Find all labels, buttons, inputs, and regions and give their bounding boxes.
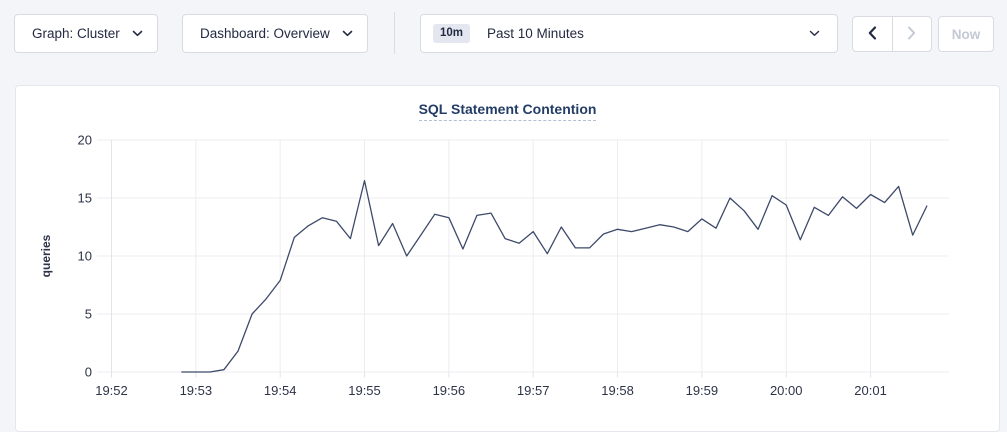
chevron-down-icon: [809, 30, 820, 37]
time-range-label: Past 10 Minutes: [487, 26, 809, 41]
svg-text:20: 20: [78, 133, 92, 148]
svg-text:19:58: 19:58: [601, 383, 634, 398]
time-range-dropdown[interactable]: 10m Past 10 Minutes: [420, 14, 838, 53]
chevron-right-icon: [906, 25, 917, 44]
chevron-down-icon: [342, 30, 353, 37]
line-chart[interactable]: 0 5 10 15 20 19:52 19:53 19:54 19:55 19:56 19:57 19…: [16, 86, 1001, 416]
svg-text:19:52: 19:52: [95, 383, 128, 398]
svg-text:19:53: 19:53: [180, 383, 213, 398]
svg-text:0: 0: [85, 365, 92, 380]
chevron-left-icon: [867, 25, 878, 44]
chevron-down-icon: [132, 30, 143, 37]
chart-card: SQL Statement Contention 0510152019:5219…: [15, 85, 1000, 432]
svg-text:20:00: 20:00: [770, 383, 803, 398]
svg-text:19:59: 19:59: [686, 383, 719, 398]
time-pager: [852, 16, 932, 52]
svg-text:5: 5: [85, 307, 92, 322]
svg-text:15: 15: [78, 191, 92, 206]
dashboard-dropdown[interactable]: Dashboard: Overview: [182, 14, 368, 53]
now-button[interactable]: Now: [938, 16, 994, 52]
toolbar: Graph: Cluster Dashboard: Overview 10m P…: [0, 0, 1007, 85]
toolbar-divider: [394, 12, 395, 54]
svg-text:19:56: 19:56: [433, 383, 466, 398]
svg-text:queries: queries: [39, 234, 53, 277]
time-range-badge: 10m: [433, 24, 470, 44]
time-back-button[interactable]: [853, 17, 892, 51]
svg-text:10: 10: [78, 249, 92, 264]
svg-text:19:54: 19:54: [264, 383, 297, 398]
graph-dropdown[interactable]: Graph: Cluster: [14, 14, 158, 53]
graph-dropdown-label: Graph: Cluster: [32, 26, 120, 41]
time-forward-button[interactable]: [892, 17, 932, 51]
svg-text:19:55: 19:55: [348, 383, 381, 398]
svg-text:20:01: 20:01: [854, 383, 887, 398]
dashboard-dropdown-label: Dashboard: Overview: [200, 26, 330, 41]
svg-text:19:57: 19:57: [517, 383, 550, 398]
